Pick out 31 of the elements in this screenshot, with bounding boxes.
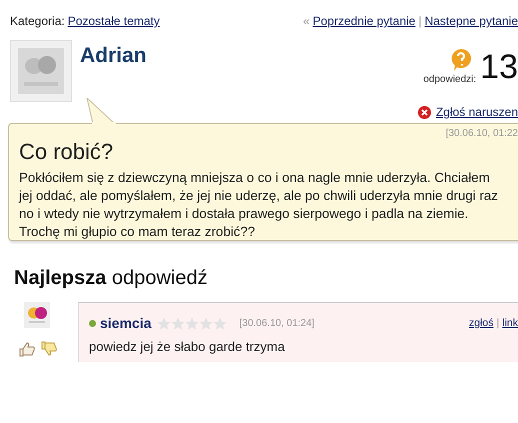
error-icon xyxy=(418,106,431,118)
report-link[interactable]: zgłoś xyxy=(468,317,494,329)
avatar-icon xyxy=(10,40,72,102)
answers-count: 13 xyxy=(480,49,518,85)
section-heading: Najlepsza odpowiedź xyxy=(14,267,208,290)
category-link[interactable]: Pozostałe tematy xyxy=(68,14,160,28)
star-icon xyxy=(157,316,172,330)
author-name[interactable]: Adrian xyxy=(80,44,424,68)
separator: | xyxy=(418,14,422,28)
question-title: Co robić? xyxy=(19,139,114,165)
answer-author[interactable]: siemcia xyxy=(100,315,152,331)
separator: | xyxy=(496,317,500,329)
question-text: Pokłóciłem się z dziewczyną mniejsza o co i ona nagle mnie uderzyła. Chciałem jej oddać, ale pomyślałem, że jej nie uderzę, ale po chwili uderzyła mnie drugi raz no i wtedy nie wytrzymałem i dostała prawego sierpowego i padla na ziemie. Trochę mi głupio co mam teraz zrobić?? xyxy=(19,169,499,241)
answers-label: odpowiedzi: xyxy=(423,74,476,85)
answer-date: [30.06.10, 01:24] xyxy=(239,318,316,328)
category-label: Kategoria: xyxy=(10,14,65,28)
report-link[interactable]: Zgłoś naruszen xyxy=(418,105,518,119)
thumbs-up-icon xyxy=(18,341,36,357)
star-icon xyxy=(199,316,214,330)
prev-mark: « xyxy=(303,14,310,28)
question-date: [30.06.10, 01:22 xyxy=(444,128,518,139)
avatar-icon xyxy=(24,302,50,328)
question-icon xyxy=(450,48,472,72)
answer-link[interactable]: link xyxy=(502,317,518,329)
thumbs-down-icon xyxy=(40,341,58,357)
prev-question-link[interactable]: Poprzednie pytanie xyxy=(312,14,416,28)
answer-text: powiedz jej że słabo garde trzyma xyxy=(89,339,286,354)
next-question-link[interactable]: Nastepne pytanie xyxy=(424,14,518,28)
star-icon xyxy=(185,316,200,330)
star-icon xyxy=(213,316,228,330)
star-icon xyxy=(171,316,186,330)
